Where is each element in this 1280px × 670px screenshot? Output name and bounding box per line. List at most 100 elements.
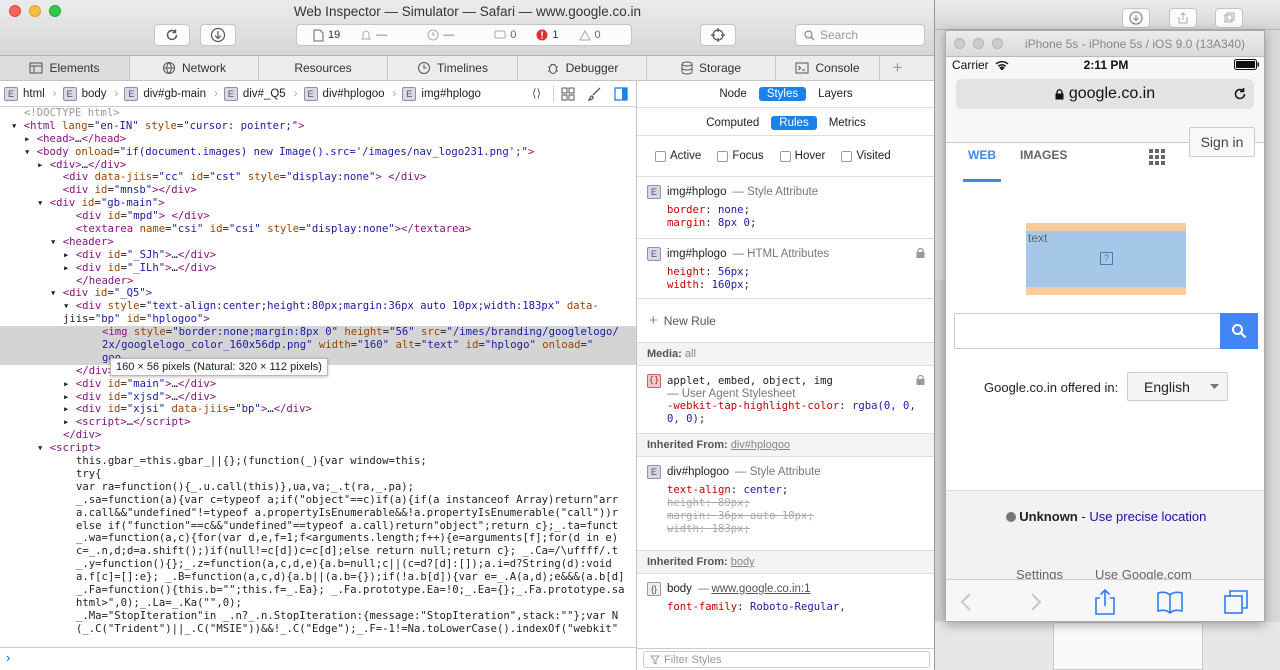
dom-node[interactable]: a.call&&"undefined"!=typeof a.propertyIs… [0,507,636,520]
close-window-button[interactable] [954,38,965,49]
reload-button[interactable] [154,24,190,46]
bookmarks-icon[interactable] [1156,590,1184,614]
rule-selector[interactable]: img#hplogo [667,186,726,198]
dom-node[interactable]: _.wa=function(a,c){for(var d,e,f=1;f<arg… [0,532,636,545]
pseudo-visited-toggle[interactable]: Visited [841,150,891,162]
errors-indicator[interactable]: 1 [526,29,568,41]
style-rule-html-attributes[interactable]: Eimg#hplogo — HTML Attributes height: 56p… [637,239,934,299]
dom-node[interactable]: _.Ma="StopIteration"in _.n?_.n.StopItera… [0,610,636,623]
resources-count[interactable]: 19 [297,29,350,42]
dom-node[interactable]: ▾ <body onload="if(document.images) new … [0,146,636,159]
checkbox[interactable] [655,150,666,162]
rule-selector[interactable]: div#hplogoo [667,466,729,478]
inherited-element-link[interactable]: body [731,556,755,568]
dom-node[interactable]: ▸ <div id="main">…</div> [0,378,636,391]
dom-node[interactable]: ▾ <html lang="en-IN" style="cursor: poin… [0,120,636,133]
back-icon[interactable] [960,592,972,612]
dom-node[interactable]: ▾ <div style="text-align:center;height:8… [0,300,636,313]
css-declaration-overridden[interactable]: height: 80px; [647,497,925,510]
sidebar-toggle-icon[interactable] [614,87,628,101]
apps-grid-icon[interactable] [1148,148,1166,166]
dom-node[interactable]: ▸ <div id="xjsd">…</div> [0,391,636,404]
dom-node[interactable]: _.Fa=function(){this.b="";this.f=_.Ea}; … [0,584,636,597]
dom-node[interactable]: c=_.n,d;d=a.shift();)if(null!=c[d])c=c[d… [0,545,636,558]
dom-node[interactable]: else if("function"==c&&"undefined"==type… [0,520,636,533]
css-declaration[interactable]: font-family: Roboto-Regular, [647,601,925,614]
language-select[interactable]: English [1127,372,1228,401]
new-rule-button[interactable]: + New Rule [637,299,934,343]
dom-node[interactable]: jiis="bp" id="hplogoo"> [0,313,636,326]
dom-node[interactable]: </div> [0,429,636,442]
filter-styles-input[interactable]: Filter Styles [643,651,930,668]
paint-brush-icon[interactable] [588,87,602,101]
css-declaration[interactable]: border: none; [647,204,925,217]
tab-styles[interactable]: Styles [758,87,807,101]
tab-metrics[interactable]: Metrics [821,116,874,130]
style-rule-inline[interactable]: Eimg#hplogo — Style Attribute border: non… [637,177,934,239]
dom-node[interactable]: try{ [0,468,636,481]
dom-node[interactable]: ▸ <div id="_SJh">…</div> [0,249,636,262]
forward-icon[interactable] [1030,592,1042,612]
search-field[interactable]: Search [795,24,925,46]
dom-node[interactable]: _.y=function(){};_.z=function(a,c,d,e){a… [0,558,636,571]
tab-computed[interactable]: Computed [698,116,767,130]
dom-node[interactable]: html>",0);_.La=_.Ka("",0); [0,597,636,610]
dom-node[interactable]: <div id="mpd"> </div> [0,210,636,223]
dom-node-selected[interactable]: <img style="border:none;margin:8px 0" he… [0,326,636,340]
tab-resources[interactable]: Resources [259,56,388,80]
google-search-input[interactable] [954,313,1220,349]
breadcrumb-item-body[interactable]: Ebody [62,86,115,101]
tab-timelines[interactable]: Timelines [388,56,518,80]
dom-node[interactable]: ▸ <div id="xjsi" data-jiis="bp">…</div> [0,403,636,416]
css-declaration[interactable]: -webkit-tap-highlight-color: rgba(0, 0, … [647,400,925,426]
breadcrumb-item-gb-main[interactable]: Ediv#gb-main [124,86,214,101]
css-declaration-overridden[interactable]: width: 183px; [647,523,925,536]
tabs-icon[interactable] [1223,589,1249,615]
tab-console[interactable]: Console [776,56,880,80]
pseudo-active-toggle[interactable]: Active [655,150,701,162]
dom-node[interactable]: ▸ <head>…</head> [0,133,636,146]
dom-node[interactable]: (_.C("Trident")||_.C("MSIE"))&&!_.C("Edg… [0,623,636,636]
messages-indicator[interactable]: 0 [464,29,526,41]
dom-node[interactable]: ▾ <header> [0,236,636,249]
style-rule-user-agent[interactable]: {} applet, embed, object, img — User Agen… [637,366,934,434]
style-rule-inherited-body[interactable]: {} body — www.google.co.in:1 font-family: … [637,574,934,620]
stylesheet-link[interactable]: www.google.co.in:1 [711,583,810,595]
css-declaration[interactable]: height: 56px; [647,266,925,279]
dom-node[interactable]: ▸ <script>…</script> [0,416,636,429]
dom-node[interactable]: </header> [0,275,636,288]
dom-node[interactable]: <div id="mnsb"></div> [0,184,636,197]
dom-node[interactable]: ▾ <script> [0,442,636,455]
dom-node[interactable]: var ra=function(){_.u.call(this)},ua,va;… [0,481,636,494]
tab-elements[interactable]: Elements [0,56,130,80]
share-button[interactable] [1169,8,1197,28]
dom-node[interactable]: this.gbar_=this.gbar_||{};(function(_){v… [0,455,636,468]
dom-node[interactable]: <div data-jiis="cc" id="cst" style="disp… [0,171,636,184]
pseudo-hover-toggle[interactable]: Hover [779,150,825,162]
css-declaration-overridden[interactable]: margin: 36px auto 10px; [647,510,925,523]
dom-node[interactable]: ▸ <div id="_ILh">…</div> [0,262,636,275]
dom-node[interactable]: ▸ <div>…</div> [0,159,636,172]
downloads-button[interactable] [1122,8,1150,28]
dom-node[interactable]: a.f[c]=[]:e}; _.B=function(a,c,d){a.b||(… [0,571,636,584]
breadcrumb-item-q5[interactable]: Ediv#_Q5 [223,86,294,101]
pseudo-focus-toggle[interactable]: Focus [717,150,764,162]
inherited-element-link[interactable]: div#hplogoo [731,439,790,451]
tab-node[interactable]: Node [711,87,755,101]
dom-node[interactable]: _.sa=function(a){var c=typeof a;if("obje… [0,494,636,507]
breadcrumb-item-hplogoo[interactable]: Ediv#hplogoo [303,86,393,101]
dom-node[interactable]: ▾ <div id="_Q5"> [0,287,636,300]
checkbox[interactable] [717,150,729,162]
add-tab-button[interactable]: + [880,56,915,80]
tabs-button[interactable] [1215,8,1243,28]
timer-indicator[interactable]: — [397,29,464,41]
dom-node-selected[interactable]: 2x/googlelogo_color_160x56dp.png" width=… [0,339,636,352]
tab-debugger[interactable]: Debugger [518,56,647,80]
reload-icon[interactable] [1233,87,1247,101]
inspect-element-button[interactable] [700,24,736,46]
console-prompt[interactable]: › [0,647,636,670]
download-archive-button[interactable] [200,24,236,46]
checkbox[interactable] [779,150,791,162]
activity-status-box[interactable]: 19 — — 0 1 0 [296,24,632,46]
tab-storage[interactable]: Storage [647,56,776,80]
